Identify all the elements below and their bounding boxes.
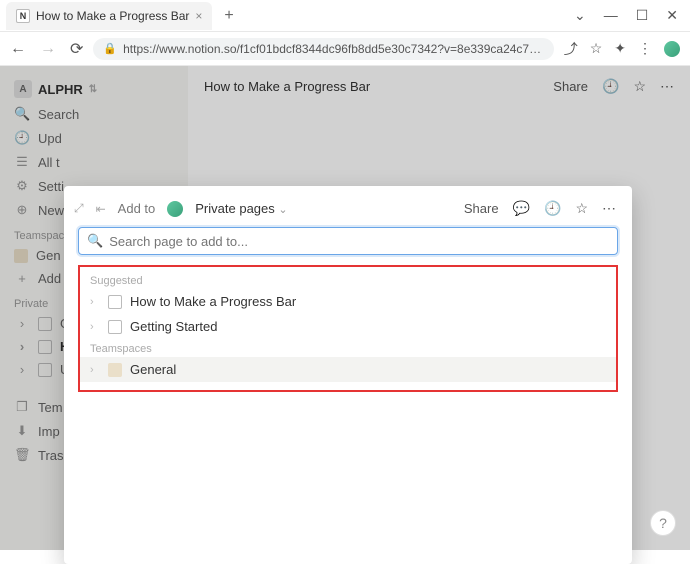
chevron-down-icon: ⌄ <box>278 204 287 216</box>
result-item[interactable]: › General <box>80 357 616 382</box>
address-bar[interactable]: 🔒 https://www.notion.so/f1cf01bdcf8344dc… <box>93 38 553 60</box>
chevron-right-icon: › <box>90 321 100 333</box>
team-icon <box>108 363 122 377</box>
search-input-wrapper[interactable]: 🔍 <box>78 227 618 255</box>
search-input[interactable] <box>109 234 609 249</box>
menu-icon[interactable]: ⋮ <box>638 40 652 57</box>
result-label: General <box>130 362 176 377</box>
result-label: Getting Started <box>130 319 217 334</box>
profile-avatar[interactable] <box>664 41 680 57</box>
result-label: How to Make a Progress Bar <box>130 294 296 309</box>
search-icon: 🔍 <box>87 233 103 249</box>
chevron-right-icon: › <box>90 364 100 376</box>
new-tab-button[interactable]: + <box>218 7 239 25</box>
help-button[interactable]: ? <box>650 510 676 536</box>
add-to-modal: ⤢ ⇤ Add to Private pages ⌄ Share 💬 🕘 ☆ ⋯… <box>64 186 632 564</box>
tab-title: How to Make a Progress Bar <box>36 9 189 23</box>
result-item[interactable]: › Getting Started <box>80 314 616 339</box>
page-icon <box>108 295 122 309</box>
favorite-icon[interactable]: ☆ <box>575 200 588 217</box>
close-window-icon[interactable]: ✕ <box>666 7 678 24</box>
notion-favicon: N <box>16 9 30 23</box>
results-highlight: Suggested › How to Make a Progress Bar ›… <box>78 265 618 392</box>
star-icon[interactable]: ☆ <box>590 40 603 57</box>
lock-icon: 🔒 <box>103 42 117 55</box>
comments-icon[interactable]: 💬 <box>513 200 530 217</box>
updates-icon[interactable]: 🕘 <box>544 200 561 217</box>
chevron-down-icon[interactable]: ⌄ <box>574 7 586 24</box>
result-item[interactable]: › How to Make a Progress Bar <box>80 289 616 314</box>
browser-tab[interactable]: N How to Make a Progress Bar × <box>6 2 212 30</box>
private-pages-icon <box>167 201 183 217</box>
forward-button[interactable]: → <box>40 40 56 58</box>
back-button[interactable]: ← <box>10 40 26 58</box>
expand-icon[interactable]: ⤢ <box>74 201 84 216</box>
collapse-icon[interactable]: ⇤ <box>96 202 106 216</box>
maximize-icon[interactable]: ☐ <box>636 7 649 24</box>
add-to-label: Add to <box>118 201 156 216</box>
browser-toolbar: ← → ⟳ 🔒 https://www.notion.so/f1cf01bdcf… <box>0 32 690 66</box>
minimize-icon[interactable]: — <box>604 7 618 24</box>
page-icon <box>108 320 122 334</box>
more-icon[interactable]: ⋯ <box>602 200 616 217</box>
add-to-target[interactable]: Private pages ⌄ <box>195 201 287 216</box>
extensions-icon[interactable]: ✦ <box>614 40 626 57</box>
url-text: https://www.notion.so/f1cf01bdcf8344dc96… <box>123 42 541 56</box>
close-tab-icon[interactable]: × <box>195 9 202 23</box>
browser-titlebar: N How to Make a Progress Bar × + ⌄ — ☐ ✕ <box>0 0 690 32</box>
teamspaces-label: Teamspaces <box>80 339 616 357</box>
reload-button[interactable]: ⟳ <box>70 39 83 59</box>
chevron-right-icon: › <box>90 296 100 308</box>
modal-share-button[interactable]: Share <box>464 201 499 216</box>
share-url-icon[interactable]: ⤴ <box>564 39 578 59</box>
suggested-label: Suggested <box>80 271 616 289</box>
